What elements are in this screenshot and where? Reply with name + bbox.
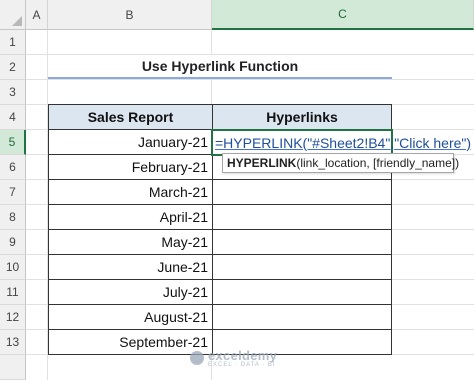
month-cell[interactable]: June-21 xyxy=(48,254,213,280)
hyperlink-cell[interactable] xyxy=(212,254,392,280)
active-cell-formula[interactable]: =HYPERLINK("#Sheet2!B4","Click here") xyxy=(211,129,471,156)
sheet-title: Use Hyperlink Function xyxy=(48,55,392,79)
row-header-2[interactable]: 2 xyxy=(0,55,26,80)
hyperlink-cell[interactable] xyxy=(212,304,392,330)
table-header-sales-report[interactable]: Sales Report xyxy=(48,104,213,130)
tooltip-function-name[interactable]: HYPERLINK xyxy=(227,156,296,170)
formula-text: =HYPERLINK("#Sheet2!B4","Click here") xyxy=(215,134,472,151)
column-header-b[interactable]: B xyxy=(48,0,212,30)
month-cell[interactable]: March-21 xyxy=(48,179,213,205)
month-cell[interactable]: August-21 xyxy=(48,304,213,330)
row-header-3[interactable]: 3 xyxy=(0,80,26,105)
hyperlink-cell[interactable] xyxy=(212,204,392,230)
hyperlink-cell[interactable] xyxy=(212,179,392,205)
column-header-c[interactable]: C xyxy=(212,0,474,30)
month-cell[interactable]: February-21 xyxy=(48,154,213,180)
exceldemy-logo-icon xyxy=(190,351,204,365)
month-cell[interactable]: September-21 xyxy=(48,329,213,355)
row-header-12[interactable]: 12 xyxy=(0,305,26,330)
row-header-1[interactable]: 1 xyxy=(0,30,26,55)
watermark-name: exceldemy xyxy=(208,347,278,363)
row-header-13[interactable]: 13 xyxy=(0,330,26,355)
row-header-4[interactable]: 4 xyxy=(0,105,26,130)
row-header-6[interactable]: 6 xyxy=(0,155,26,180)
hyperlink-cell[interactable] xyxy=(212,279,392,305)
watermark: exceldemy EXCEL · DATA · BI xyxy=(190,347,300,369)
month-cell[interactable]: July-21 xyxy=(48,279,213,305)
select-all-corner[interactable] xyxy=(0,0,26,30)
row-header-5[interactable]: 5 xyxy=(0,130,26,155)
column-header-a[interactable]: A xyxy=(26,0,48,30)
row-header-8[interactable]: 8 xyxy=(0,205,26,230)
month-cell[interactable]: January-21 xyxy=(48,129,213,155)
watermark-tagline: EXCEL · DATA · BI xyxy=(208,361,276,368)
tooltip-arguments: (link_location, [friendly_name]) xyxy=(296,156,460,170)
function-tooltip[interactable]: HYPERLINK (link_location, [friendly_name]… xyxy=(222,153,459,173)
month-cell[interactable]: April-21 xyxy=(48,204,213,230)
row-header-7[interactable]: 7 xyxy=(0,180,26,205)
month-cell[interactable]: May-21 xyxy=(48,229,213,255)
hyperlink-cell[interactable] xyxy=(212,229,392,255)
gridline-row xyxy=(26,79,474,80)
row-header-14[interactable] xyxy=(0,355,26,380)
row-header-9[interactable]: 9 xyxy=(0,230,26,255)
row-header-11[interactable]: 11 xyxy=(0,280,26,305)
table-header-hyperlinks[interactable]: Hyperlinks xyxy=(212,104,392,130)
row-header-10[interactable]: 10 xyxy=(0,255,26,280)
